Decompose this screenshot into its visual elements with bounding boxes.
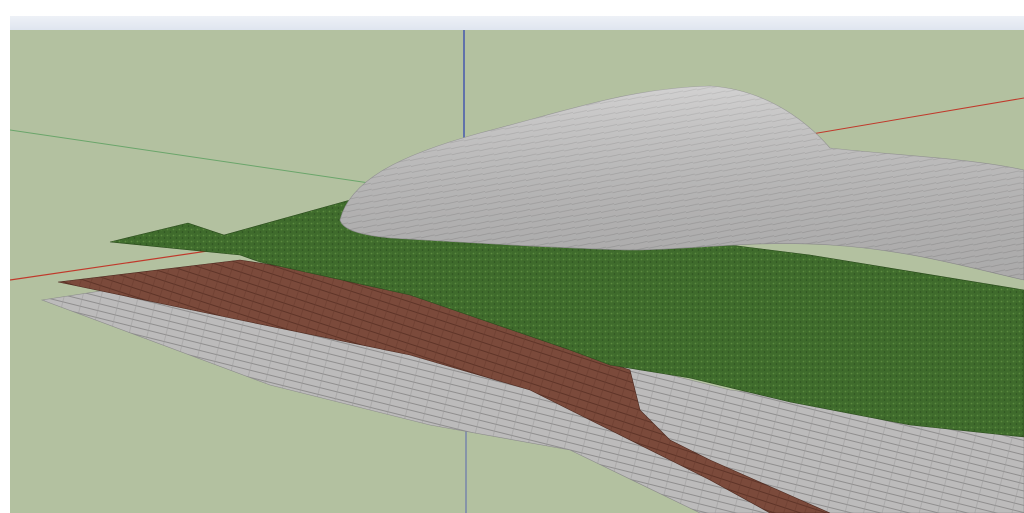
- window-left-edge: [0, 0, 10, 513]
- window-top-bar: [0, 0, 1024, 16]
- scene-canvas[interactable]: [10, 30, 1024, 513]
- green-axis-line: [10, 129, 391, 187]
- viewport-header: [10, 16, 1024, 31]
- red-axis-line-far: [799, 97, 1024, 137]
- 3d-viewport[interactable]: [10, 30, 1024, 513]
